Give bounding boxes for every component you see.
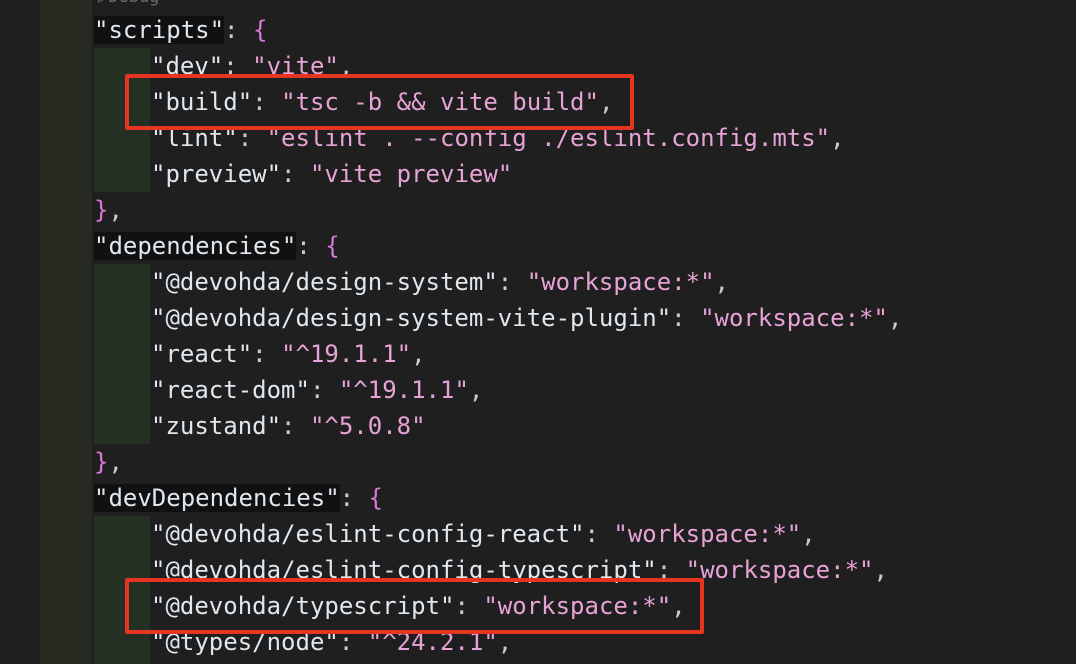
code-line[interactable]: }, — [94, 444, 123, 480]
json-string-value: "^5.0.8" — [309, 412, 426, 440]
json-key: "@devohda/eslint-config-react" — [151, 520, 585, 548]
json-separator: : — [296, 232, 326, 260]
code-line[interactable]: "@devohda/design-system-vite-plugin": "w… — [151, 300, 902, 336]
json-brace: { — [252, 16, 268, 44]
json-string-value: "vite preview" — [309, 160, 513, 188]
json-comma: , — [468, 376, 484, 404]
red-highlight-box — [125, 74, 634, 130]
code-line[interactable]: "zustand": "^5.0.8" — [151, 408, 426, 444]
json-comma: , — [411, 340, 426, 368]
json-key: "dependencies" — [94, 232, 297, 260]
json-separator: : — [584, 520, 614, 548]
json-key: "scripts" — [94, 16, 225, 44]
json-key: "zustand" — [151, 412, 282, 440]
json-separator: : — [281, 412, 310, 440]
json-separator: : — [309, 376, 339, 404]
json-comma: , — [714, 268, 729, 296]
json-string-value: "workspace:*" — [700, 304, 888, 332]
code-line[interactable]: }, — [94, 192, 123, 228]
json-brace: } — [94, 196, 109, 224]
json-string-value: "^19.1.1" — [281, 340, 412, 368]
code-editor[interactable]: ▷Debug "scripts": {"dev": "vite","build"… — [0, 0, 1076, 664]
json-separator: : — [671, 304, 701, 332]
json-key: "devDependencies" — [94, 484, 340, 512]
json-key: "@devohda/design-system" — [151, 268, 498, 296]
code-line[interactable]: "devDependencies": { — [94, 480, 383, 516]
code-line[interactable]: "@devohda/eslint-config-react": "workspa… — [151, 516, 816, 552]
json-separator: : — [252, 340, 282, 368]
json-comma: , — [108, 196, 123, 224]
red-highlight-box — [125, 578, 704, 634]
json-key: "react" — [151, 340, 253, 368]
code-line[interactable]: "preview": "vite preview" — [151, 156, 512, 192]
json-comma: , — [887, 304, 903, 332]
json-string-value: "workspace:*" — [685, 556, 874, 584]
json-key: "preview" — [151, 160, 282, 188]
json-brace: } — [94, 448, 109, 476]
editor-gutter — [40, 0, 92, 664]
json-string-value: "^19.1.1" — [338, 376, 469, 404]
json-separator: : — [497, 268, 527, 296]
json-string-value: "workspace:*" — [613, 520, 802, 548]
code-line[interactable]: "react-dom": "^19.1.1", — [151, 372, 483, 408]
code-line[interactable]: "dependencies": { — [94, 228, 340, 264]
json-separator: : — [224, 16, 253, 44]
json-key: "@devohda/design-system-vite-plugin" — [151, 304, 672, 332]
json-separator: : — [339, 484, 369, 512]
json-comma: , — [830, 124, 845, 152]
json-comma: , — [801, 520, 816, 548]
json-separator: : — [281, 160, 310, 188]
json-brace: { — [325, 232, 340, 260]
indent-guide-dependencies — [94, 264, 150, 444]
code-line[interactable]: "@devohda/design-system": "workspace:*", — [151, 264, 729, 300]
debug-codelens[interactable]: ▷Debug — [98, 0, 159, 8]
json-comma: , — [108, 448, 123, 476]
code-line[interactable]: "react": "^19.1.1", — [151, 336, 426, 372]
json-key: "react-dom" — [151, 376, 310, 404]
json-brace: { — [368, 484, 383, 512]
json-comma: , — [873, 556, 888, 584]
code-line[interactable]: "scripts": { — [94, 12, 267, 48]
json-string-value: "workspace:*" — [526, 268, 715, 296]
